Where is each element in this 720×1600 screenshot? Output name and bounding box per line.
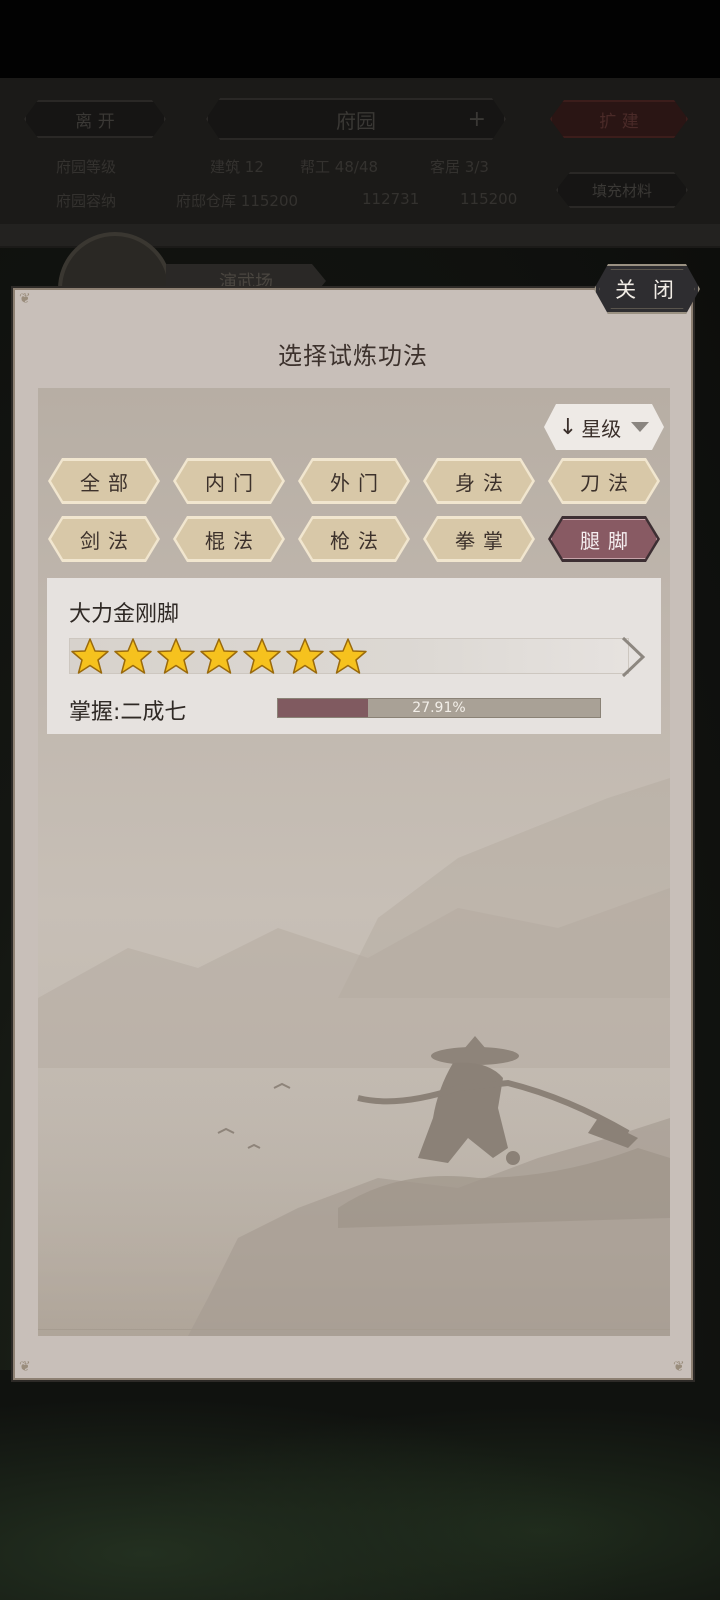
down-arrow-icon: ↓ — [558, 414, 578, 440]
star-rating-bar — [69, 638, 629, 674]
technique-name: 大力金刚脚 — [69, 602, 180, 627]
tab-staff[interactable]: 棍法 — [173, 516, 285, 562]
leave-button: 离 开 — [24, 100, 166, 138]
star-icon — [157, 638, 195, 674]
tab-label: 剑法 — [51, 519, 157, 559]
tab-outer-sect[interactable]: 外门 — [298, 458, 410, 504]
tab-label: 腿脚 — [551, 519, 657, 559]
divider — [38, 1329, 670, 1330]
tab-label: 刀法 — [551, 461, 657, 501]
mastery-progress-bar: 27.91% — [277, 698, 601, 718]
status-bar-area — [0, 0, 720, 78]
tab-label: 拳掌 — [426, 519, 532, 559]
tab-label: 枪法 — [301, 519, 407, 559]
tab-label: 外门 — [301, 461, 407, 501]
technique-card[interactable]: 大力金刚脚 掌握:二成七 27.91% — [47, 578, 661, 734]
caret-down-icon — [631, 422, 649, 432]
bg-info-left-2: 府园容纳 — [56, 192, 117, 210]
corner-ornament: ❦ — [673, 1359, 685, 1375]
star-icon — [329, 638, 367, 674]
expand-button: 扩 建 — [550, 100, 688, 138]
tab-inner-sect[interactable]: 内门 — [173, 458, 285, 504]
tab-label: 内门 — [176, 461, 282, 501]
tab-all[interactable]: 全部 — [48, 458, 160, 504]
star-icon — [243, 638, 281, 674]
foliage — [0, 1370, 720, 1600]
plus-icon: + — [467, 106, 486, 132]
bg-storage-2: 112731 — [362, 190, 420, 208]
select-technique-dialog: ❦ ❦ ❦ 选择试炼功法 ↓ 星级 全部 内门 外门 身法 刀法 剑法 棍法 枪… — [13, 288, 693, 1380]
tab-label: 身法 — [426, 461, 532, 501]
star-rating — [70, 637, 368, 675]
location-title: 府园 — [336, 108, 376, 133]
category-filter-tabs: 全部 内门 外门 身法 刀法 剑法 棍法 枪法 拳掌 腿脚 — [48, 458, 660, 568]
mastery-label: 掌握:二成七 — [69, 700, 187, 725]
background-header: 离 开 府园 + 扩 建 府园等级 建筑 12 帮工 48/48 客居 3/3 … — [0, 78, 720, 248]
sort-label: 星级 — [581, 416, 622, 441]
corner-ornament: ❦ — [19, 291, 31, 307]
mastery-percent: 27.91% — [412, 700, 466, 716]
star-icon — [286, 638, 324, 674]
bg-workers: 帮工 48/48 — [300, 158, 379, 176]
corner-ornament: ❦ — [19, 1359, 31, 1375]
sort-by-stars-button[interactable]: ↓ 星级 — [544, 404, 664, 450]
close-button[interactable]: 关 闭 — [594, 264, 700, 314]
tab-leg-kick[interactable]: 腿脚 — [548, 516, 660, 562]
ink-landscape-image — [38, 778, 670, 1336]
star-icon — [114, 638, 152, 674]
dialog-title: 选择试炼功法 — [278, 342, 428, 370]
tab-sword[interactable]: 剑法 — [48, 516, 160, 562]
tab-spear[interactable]: 枪法 — [298, 516, 410, 562]
tab-movement[interactable]: 身法 — [423, 458, 535, 504]
location-title-bar: 府园 + — [206, 98, 506, 140]
tab-label: 全部 — [51, 461, 157, 501]
bg-info-left-1: 府园等级 — [56, 158, 117, 176]
tab-fist-palm[interactable]: 拳掌 — [423, 516, 535, 562]
tab-label: 棍法 — [176, 519, 282, 559]
tab-saber[interactable]: 刀法 — [548, 458, 660, 504]
bg-storage: 府邸仓库 115200 — [176, 192, 299, 210]
star-icon — [200, 638, 238, 674]
fill-materials-button: 填充材料 — [556, 172, 688, 208]
star-icon — [71, 638, 109, 674]
chevron-right-icon[interactable] — [615, 634, 649, 680]
bg-storage-3: 115200 — [460, 190, 518, 208]
bg-residents: 客居 3/3 — [430, 158, 489, 176]
technique-list-panel: ↓ 星级 全部 内门 外门 身法 刀法 剑法 棍法 枪法 拳掌 腿脚 大力金刚脚 — [38, 388, 670, 1336]
bg-building: 建筑 12 — [210, 158, 264, 176]
